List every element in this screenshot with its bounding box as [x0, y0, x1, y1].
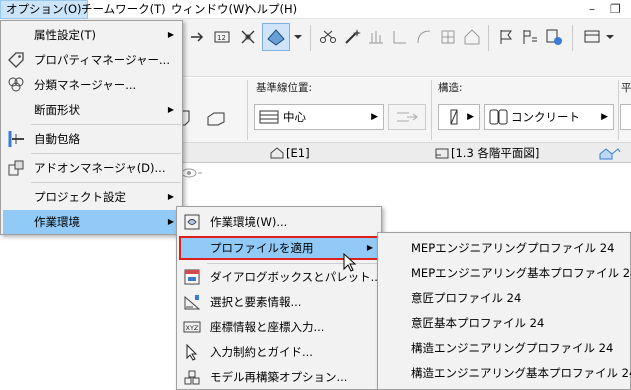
menu-item-profile-shapes[interactable]: 断面形状 ▶	[3, 98, 180, 122]
menu-item-input-constraints[interactable]: 入力制約とガイド...	[179, 340, 379, 364]
rebuild-icon	[183, 368, 201, 386]
menu-teamwork[interactable]: チームワーク(T)	[76, 0, 171, 19]
restore-button[interactable]: ❐	[610, 0, 621, 19]
palette-icon	[183, 268, 201, 286]
menu-separator	[31, 182, 181, 183]
profile-item-structural-engineering[interactable]: 構造エンジニアリングプロファイル 24	[380, 336, 628, 360]
structure-type-select[interactable]: ▶	[438, 104, 480, 130]
toolbar-divider	[572, 25, 573, 51]
mouse-constraint-icon	[183, 343, 201, 361]
floor-plan-tab-icon	[435, 148, 449, 159]
minimize-button[interactable]: –	[589, 0, 595, 19]
chevron-right-icon: ▶	[601, 112, 608, 122]
menu-item-attribute-settings[interactable]: 属性設定(T) ▶	[3, 23, 180, 47]
grid-icon[interactable]	[438, 27, 458, 47]
submenu-arrow-icon: ▶	[167, 217, 174, 226]
work-environment-submenu: 作業環境(W)... プロファイルを適用 ▶ ダイアログボックスとパレット...…	[176, 206, 382, 390]
list-flag-icon[interactable]	[520, 27, 540, 47]
menu-item-coordinate-input[interactable]: XYZ 座標情報と座標入力...	[179, 315, 379, 339]
roof-icon[interactable]	[462, 27, 482, 47]
toolbar-divider	[310, 25, 311, 51]
magic-wand-icon[interactable]	[342, 27, 362, 47]
menu-options[interactable]: オプション(O)	[0, 0, 88, 19]
svg-text:12: 12	[217, 34, 226, 42]
submenu-arrow-icon: ▶	[366, 243, 373, 252]
profiles-submenu: MEPエンジニアリングプロファイル 24 MEPエンジニアリング基本プロファイル…	[377, 232, 631, 390]
chevron-right-icon: ▶	[467, 112, 474, 122]
flag-icon[interactable]	[496, 27, 516, 47]
base-line-select[interactable]: 中心 ▶	[254, 104, 384, 130]
corner-icon[interactable]	[390, 27, 410, 47]
arrow-icon[interactable]	[188, 27, 208, 47]
menu-item-property-manager[interactable]: プロパティマネージャー...	[3, 48, 180, 72]
structure-icon	[450, 109, 458, 125]
chevron-down-icon[interactable]	[292, 27, 304, 47]
menu-item-work-environment[interactable]: 作業環境 ▶	[3, 210, 180, 234]
menu-bar: オプション(O) チームワーク(T) ウィンドウ(W) ヘルプ(H) – ❐	[0, 0, 631, 19]
infobox-divider	[247, 80, 248, 140]
menu-item-project-settings[interactable]: プロジェクト設定 ▶	[3, 185, 180, 209]
work-environment-icon	[183, 213, 201, 231]
classification-icon	[7, 76, 25, 94]
slab-shape-icon[interactable]	[206, 108, 226, 128]
layout-icon[interactable]	[582, 27, 602, 47]
material-icon	[489, 109, 508, 125]
profile-item-structural-engineering-basic[interactable]: 構造エンジニアリング基本プロファイル 24	[380, 361, 631, 385]
publish-icon[interactable]	[544, 27, 564, 47]
structure-label: 構造:	[438, 82, 463, 94]
tag-icon	[7, 51, 25, 69]
reference-line-icon	[397, 112, 418, 122]
structure-value: コンクリート	[511, 110, 580, 124]
elevation-tab-icon	[270, 147, 284, 159]
chevron-right-icon: ▶	[371, 112, 378, 122]
reference-line-button[interactable]	[388, 104, 426, 130]
base-line-label: 基準線位置:	[256, 82, 313, 94]
hatch-icon	[259, 110, 279, 124]
menu-separator	[31, 124, 181, 125]
selection-info-icon	[183, 293, 201, 311]
xyz-icon: XYZ	[183, 318, 201, 336]
profile-item-mep-engineering[interactable]: MEPエンジニアリングプロファイル 24	[380, 236, 628, 260]
3d-tab-icon	[599, 148, 621, 160]
options-menu: 属性設定(T) ▶ プロパティマネージャー... 分類マネージャー... 断面形…	[0, 20, 183, 235]
building-material-select[interactable]: コンクリート ▶	[484, 104, 614, 130]
profile-item-mep-engineering-basic[interactable]: MEPエンジニアリング基本プロファイル 24	[380, 261, 631, 285]
tab-elevation-label: [E1]	[286, 146, 310, 160]
3d-view-button[interactable]	[262, 23, 290, 51]
infobox-divider	[431, 80, 432, 140]
menu-item-work-environment-dialog[interactable]: 作業環境(W)...	[179, 210, 379, 234]
menu-item-classification-manager[interactable]: 分類マネージャー...	[3, 73, 180, 97]
menu-item-model-rebuild-options[interactable]: モデル再構築オプション...	[179, 365, 379, 389]
profile-item-architecture[interactable]: 意匠プロファイル 24	[380, 286, 628, 310]
svg-text:XYZ: XYZ	[186, 324, 199, 332]
cursor-icon	[343, 253, 357, 272]
chevron-down-icon[interactable]	[604, 27, 616, 47]
plane-label: 平	[621, 82, 631, 94]
menu-item-selection-info[interactable]: 選択と要素情報...	[179, 290, 379, 314]
menu-item-addon-manager[interactable]: アドオンマネージャ(D)...	[3, 156, 180, 180]
addon-icon	[7, 159, 25, 177]
scissors-icon[interactable]	[318, 27, 338, 47]
profile-item-architecture-basic[interactable]: 意匠基本プロファイル 24	[380, 311, 628, 335]
elevation-icon[interactable]	[366, 27, 386, 47]
tab-floor-plan-label: [1.3 各階平面図]	[451, 146, 540, 160]
eye-icon	[181, 168, 202, 178]
plane-select[interactable]	[620, 104, 631, 130]
base-line-value: 中心	[283, 110, 306, 124]
infobox-divider	[618, 80, 619, 140]
menu-item-auto-intersection[interactable]: 自動包絡	[3, 127, 180, 151]
arc-icon[interactable]	[414, 27, 434, 47]
auto-intersection-icon	[7, 130, 25, 148]
measure-icon[interactable]: 12	[212, 27, 232, 47]
submenu-arrow-icon: ▶	[167, 105, 174, 114]
menu-help[interactable]: ヘルプ(H)	[240, 0, 302, 19]
submenu-arrow-icon: ▶	[167, 192, 174, 201]
trim-icon[interactable]	[238, 27, 258, 47]
submenu-arrow-icon: ▶	[167, 30, 174, 39]
menu-separator	[31, 153, 181, 154]
toolbar-divider	[488, 25, 489, 51]
